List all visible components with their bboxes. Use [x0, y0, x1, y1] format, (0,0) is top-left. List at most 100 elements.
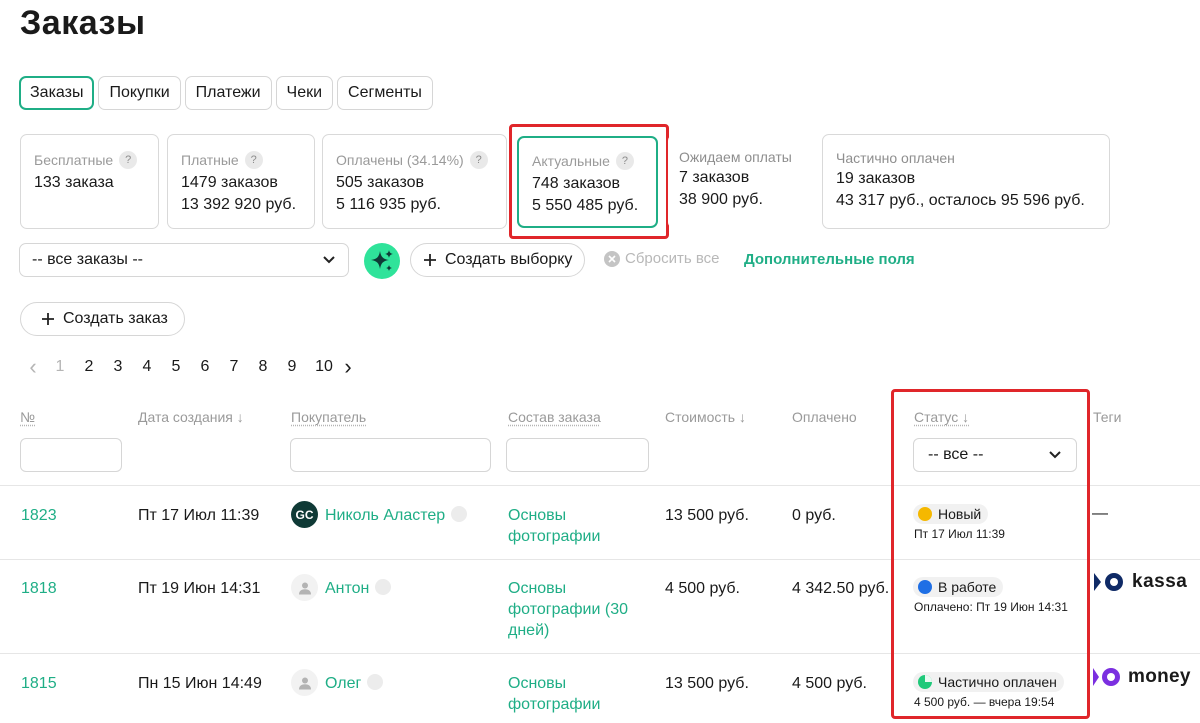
page-link[interactable]: 4 — [127, 358, 156, 376]
order-cost: 13 500 руб. — [665, 675, 749, 692]
card-count: 505 заказов — [336, 174, 424, 191]
help-icon[interactable]: ? — [244, 150, 263, 169]
card-count: 1479 заказов — [181, 174, 278, 191]
tab-purchases[interactable]: Покупки — [98, 76, 181, 110]
ai-sparkle-button[interactable] — [364, 243, 400, 279]
order-created-date: Пт 17 Июл 11:39 — [138, 507, 260, 524]
buyer-filter-input[interactable] — [290, 438, 491, 472]
plus-icon — [424, 254, 436, 266]
help-icon[interactable]: ? — [469, 150, 488, 169]
tag-empty: — — [1092, 505, 1108, 522]
page-link[interactable]: 9 — [272, 358, 301, 376]
plus-icon — [42, 313, 54, 325]
order-cost: 13 500 руб. — [665, 507, 749, 524]
tab-segments[interactable]: Сегменты — [337, 76, 433, 110]
order-contents-line[interactable]: дней) — [508, 620, 549, 642]
highlight-frame-status — [891, 389, 1090, 719]
order-contents-line[interactable]: фотографии — [508, 694, 600, 716]
summary-card-free[interactable]: Бесплатные? 133 заказа — [20, 134, 159, 229]
create-selection-label: Создать выборку — [445, 251, 573, 268]
column-header-number[interactable]: № — [20, 409, 35, 425]
reset-all-button[interactable]: Сбросить все — [604, 250, 719, 267]
card-label: Частично оплачен — [836, 149, 955, 166]
number-filter-input[interactable] — [20, 438, 122, 472]
tag-kassa-logo: kassa — [1092, 571, 1187, 593]
yookassa-logo-icon — [1094, 573, 1123, 591]
order-contents-line[interactable]: Основы — [508, 505, 566, 527]
page-link[interactable]: 2 — [80, 358, 98, 376]
card-amount: 43 317 руб., осталось 95 596 руб. — [836, 192, 1085, 209]
order-paid: 0 руб. — [792, 507, 836, 524]
create-selection-button[interactable]: Создать выборку — [410, 243, 586, 277]
card-label: Бесплатные? — [34, 150, 146, 169]
tab-receipts[interactable]: Чеки — [275, 76, 334, 110]
tab-orders[interactable]: Заказы — [19, 76, 95, 110]
extra-fields-link[interactable]: Дополнительные поля — [744, 251, 915, 268]
order-contents-line[interactable]: фотографии (30 — [508, 599, 628, 621]
page-title: Заказы — [20, 4, 146, 42]
summary-card-partially-paid[interactable]: Частично оплачен 19 заказов 43 317 руб.,… — [822, 134, 1110, 229]
card-amount: 38 900 руб. — [679, 191, 763, 208]
card-count: 133 заказа — [34, 174, 114, 191]
page-link[interactable]: 8 — [243, 358, 272, 376]
tag-label: kassa — [1132, 571, 1188, 592]
order-paid: 4 342.50 руб. — [792, 580, 890, 597]
database-icon — [451, 505, 468, 522]
buyer-link[interactable]: Олег — [325, 673, 384, 695]
user-avatar-icon — [291, 574, 318, 601]
page-link[interactable]: 6 — [185, 358, 214, 376]
tag-label: money — [1128, 666, 1191, 687]
create-order-label: Создать заказ — [63, 310, 168, 327]
column-header-buyer[interactable]: Покупатель — [291, 409, 366, 425]
card-amount: 13 392 920 руб. — [181, 196, 297, 213]
buyer-link[interactable]: Антон — [325, 578, 392, 600]
highlight-frame-actual — [509, 124, 669, 239]
orders-filter-select[interactable]: -- все заказы -- — [19, 243, 349, 277]
order-cost: 4 500 руб. — [665, 580, 740, 597]
database-icon — [375, 578, 392, 595]
close-circle-icon — [604, 250, 620, 267]
card-count: 7 заказов — [679, 169, 750, 186]
order-paid: 4 500 руб. — [792, 675, 867, 692]
card-label: Ожидаем оплаты — [679, 148, 792, 165]
page-link[interactable]: 7 — [214, 358, 243, 376]
column-header-cost[interactable]: Стоимость ↓ — [665, 409, 746, 425]
order-number-link[interactable]: 1823 — [21, 505, 57, 527]
reset-all-label: Сбросить все — [625, 250, 720, 267]
page-link[interactable]: 10 — [301, 358, 335, 376]
pagination-prev-icon[interactable]: ‹ — [26, 356, 40, 378]
tag-money-logo: money — [1092, 666, 1191, 688]
tab-payments[interactable]: Платежи — [184, 76, 272, 110]
card-label: Платные? — [181, 150, 302, 169]
summary-card-paid[interactable]: Платные? 1479 заказов 13 392 920 руб. — [167, 134, 315, 229]
order-contents-line[interactable]: Основы — [508, 673, 566, 695]
summary-card-awaiting-payment[interactable]: Ожидаем оплаты 7 заказов 38 900 руб. — [668, 134, 812, 229]
order-created-date: Пт 19 Июн 14:31 — [138, 580, 261, 597]
order-created-date: Пн 15 Июн 14:49 — [138, 675, 262, 692]
column-header-created[interactable]: Дата создания ↓ — [138, 409, 244, 425]
order-contents-line[interactable]: фотографии — [508, 526, 600, 548]
column-header-contents[interactable]: Состав заказа — [508, 409, 601, 425]
summary-card-paid-percent[interactable]: Оплачены (34.14%)? 505 заказов 5 116 935… — [322, 134, 507, 229]
yoomoney-logo-icon — [1093, 668, 1120, 686]
page-link-current[interactable]: 1 — [40, 358, 80, 376]
create-order-button[interactable]: Создать заказ — [20, 302, 185, 336]
buyer-link[interactable]: Николь Аластер — [325, 505, 468, 527]
order-number-link[interactable]: 1818 — [21, 578, 57, 600]
card-label: Оплачены (34.14%)? — [336, 150, 494, 169]
orders-filter-value: -- все заказы -- — [32, 251, 144, 268]
order-contents-line[interactable]: Основы — [508, 578, 566, 600]
page-link[interactable]: 3 — [98, 358, 127, 376]
pagination-next-icon[interactable]: › — [335, 356, 353, 378]
card-count: 19 заказов — [836, 170, 916, 187]
order-number-link[interactable]: 1815 — [21, 673, 57, 695]
contents-filter-input[interactable] — [506, 438, 649, 472]
tab-bar: Заказы Покупки Платежи Чеки Сегменты — [19, 76, 433, 110]
database-icon — [367, 673, 384, 690]
card-amount: 5 116 935 руб. — [336, 196, 441, 213]
help-icon[interactable]: ? — [119, 150, 138, 169]
user-avatar-icon — [291, 669, 318, 696]
page-link[interactable]: 5 — [156, 358, 185, 376]
column-header-tags: Теги — [1093, 409, 1122, 425]
avatar: GC — [291, 501, 318, 528]
